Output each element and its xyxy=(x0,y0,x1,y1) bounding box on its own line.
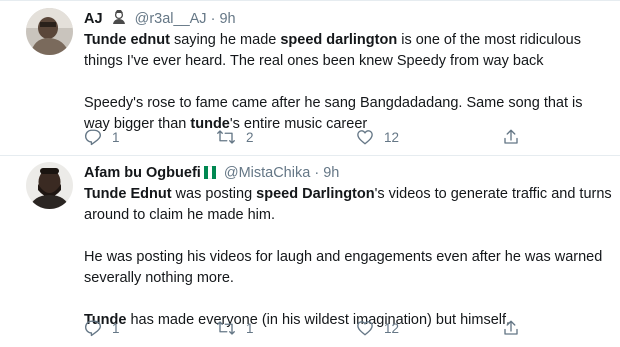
text-segment: was posting xyxy=(171,186,257,202)
heart-icon xyxy=(356,128,374,146)
timestamp[interactable]: 9h xyxy=(219,11,235,27)
tweet-afam[interactable]: Afam bu Ogbuefi @MistaChika · 9h Tunde E… xyxy=(0,156,620,347)
text-segment: He was posting his videos for laugh and … xyxy=(84,249,603,286)
tweet-actions: 1 2 12 xyxy=(84,126,604,148)
reply-count: 1 xyxy=(112,129,120,145)
mention-text: Tunde ednut xyxy=(84,32,170,48)
share-button[interactable] xyxy=(502,317,520,339)
like-button[interactable]: 12 xyxy=(356,126,399,148)
share-icon xyxy=(502,319,520,337)
avatar[interactable] xyxy=(26,162,73,209)
tweet-text: Tunde Ednut was posting speed Darlington… xyxy=(84,184,612,331)
tweet-body: AJ @r3al__AJ · 9h Tunde ednut saying he … xyxy=(84,9,612,135)
retweet-count: 1 xyxy=(246,320,254,336)
handle[interactable]: @MistaChika xyxy=(224,165,310,181)
reply-icon xyxy=(84,128,102,146)
retweet-icon xyxy=(216,319,236,337)
retweet-count: 2 xyxy=(246,129,254,145)
heart-icon xyxy=(356,319,374,337)
user-badge-icon xyxy=(111,9,127,31)
tweet-aj[interactable]: AJ @r3al__AJ · 9h Tunde ednut saying he … xyxy=(0,0,620,155)
retweet-icon xyxy=(216,128,236,146)
nigeria-flag-icon xyxy=(203,165,216,185)
like-button[interactable]: 12 xyxy=(356,317,399,339)
like-count: 12 xyxy=(384,129,400,145)
display-name[interactable]: Afam bu Ogbuefi xyxy=(84,165,201,181)
share-button[interactable] xyxy=(502,126,520,148)
reply-icon xyxy=(84,319,102,337)
tweet-feed: AJ @r3al__AJ · 9h Tunde ednut saying he … xyxy=(0,0,620,347)
reply-button[interactable]: 1 xyxy=(84,317,120,339)
handle[interactable]: @r3al__AJ xyxy=(135,11,207,27)
retweet-button[interactable]: 1 xyxy=(216,317,254,339)
mention-text: speed darlington xyxy=(280,32,398,48)
reply-button[interactable]: 1 xyxy=(84,126,120,148)
mention-text: speed Darlington xyxy=(256,186,375,202)
tweet-header: AJ @r3al__AJ · 9h xyxy=(84,9,612,29)
reply-count: 1 xyxy=(112,320,120,336)
retweet-button[interactable]: 2 xyxy=(216,126,254,148)
timestamp[interactable]: 9h xyxy=(323,165,339,181)
separator: · xyxy=(210,11,216,27)
mention-text: Tunde Ednut xyxy=(84,186,172,202)
tweet-actions: 1 1 12 xyxy=(84,317,604,339)
tweet-text: Tunde ednut saying he made speed darling… xyxy=(84,30,612,135)
tweet-header: Afam bu Ogbuefi @MistaChika · 9h xyxy=(84,163,612,183)
separator: · xyxy=(314,165,320,181)
share-icon xyxy=(502,128,520,146)
display-name[interactable]: AJ xyxy=(84,11,103,27)
tweet-body: Afam bu Ogbuefi @MistaChika · 9h Tunde E… xyxy=(84,163,612,331)
tweet-paragraph: Tunde ednut saying he made speed darling… xyxy=(84,30,612,72)
avatar[interactable] xyxy=(26,8,73,55)
tweet-paragraph: Tunde Ednut was posting speed Darlington… xyxy=(84,184,612,226)
like-count: 12 xyxy=(384,320,400,336)
tweet-paragraph: He was posting his videos for laugh and … xyxy=(84,247,612,289)
text-segment: saying he made xyxy=(169,32,281,48)
